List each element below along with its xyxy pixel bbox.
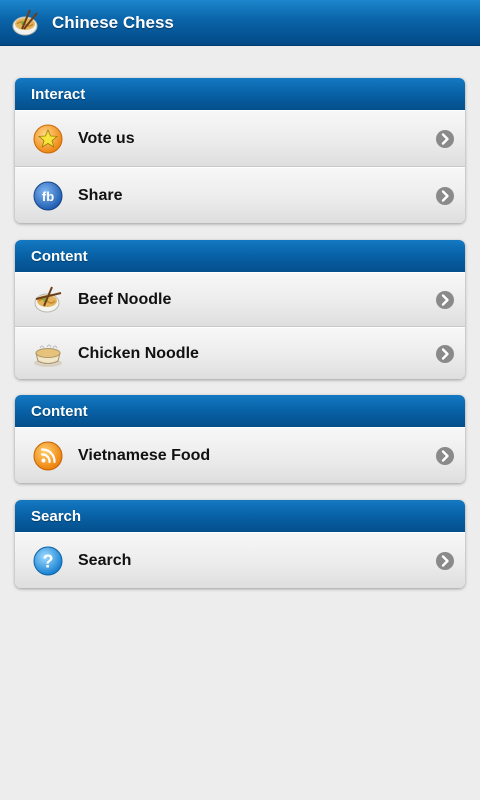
svg-text:?: ? [43,551,54,571]
list-item-share[interactable]: fb Share [15,167,465,223]
soup-pot-icon [32,338,64,370]
list-item-vote-us[interactable]: Vote us [15,110,465,167]
group-content: Content Beef Noodle Chicken Noodle [15,240,465,379]
list-item-label: Share [78,186,123,204]
list-item-label: Search [78,551,132,569]
svg-text:fb: fb [42,189,54,204]
group-search: Search ? Search [15,500,465,588]
list-item-vietnamese-food[interactable]: Vietnamese Food [15,427,465,483]
group-header-content: Content [15,395,465,427]
app-bar: Chinese Chess [0,0,480,46]
chevron-right-icon [435,290,455,310]
list-item-label: Chicken Noodle [78,344,199,362]
app-title: Chinese Chess [52,12,174,32]
list-item-chicken-noodle[interactable]: Chicken Noodle [15,327,465,379]
list-item-search[interactable]: ? Search [15,532,465,588]
help-question-icon: ? [32,545,64,577]
group-header-interact: Interact [15,78,465,110]
noodle-bowl-icon [32,284,64,316]
list-item-label: Vote us [78,129,135,147]
chevron-right-icon [435,446,455,466]
group-interact: Interact Vote us fb Share [15,78,465,223]
noodle-bowl-icon [10,7,42,39]
star-badge-icon [32,123,64,155]
chevron-right-icon [435,129,455,149]
chevron-right-icon [435,551,455,571]
group-content-2: Content Vietnamese Food [15,395,465,483]
chevron-right-icon [435,344,455,364]
facebook-icon: fb [32,180,64,212]
list-item-beef-noodle[interactable]: Beef Noodle [15,272,465,327]
group-header-search: Search [15,500,465,532]
list-item-label: Beef Noodle [78,290,172,308]
list-item-label: Vietnamese Food [78,446,211,464]
group-header-content: Content [15,240,465,272]
rss-icon [32,440,64,472]
chevron-right-icon [435,186,455,206]
